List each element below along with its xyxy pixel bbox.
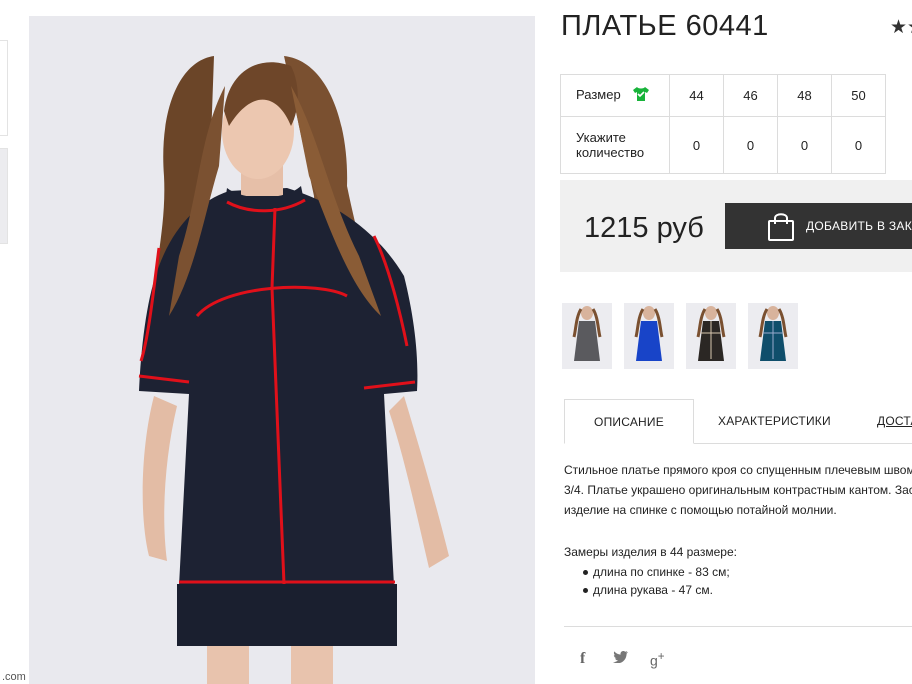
quantity-input-48[interactable]: 0 <box>777 116 832 174</box>
color-variant-black[interactable] <box>686 303 736 369</box>
description-line: Стильное платье прямого кроя со спущенны… <box>564 463 912 477</box>
color-variant-teal[interactable] <box>748 303 798 369</box>
measurements-title: Замеры изделия в 44 размере: <box>564 545 737 559</box>
add-to-cart-button[interactable]: ДОБАВИТЬ В ЗАКАЗ <box>725 203 912 249</box>
google-plus-icon[interactable]: g+ <box>650 650 665 669</box>
main-product-photo[interactable] <box>29 16 535 684</box>
quantity-label-line2: количество <box>576 145 645 160</box>
size-46: 46 <box>723 74 778 117</box>
shopping-bag-icon <box>767 212 795 245</box>
product-title: ПЛАТЬЕ 60441 <box>561 10 769 42</box>
price-box: 1215 руб ДОБАВИТЬ В ЗАКАЗ <box>560 180 912 272</box>
add-to-cart-label: ДОБАВИТЬ В ЗАКАЗ <box>806 219 912 233</box>
left-thumbnail-strip <box>0 0 24 684</box>
divider <box>564 626 912 627</box>
facebook-icon[interactable]: f <box>580 650 585 668</box>
size-table: Размер 44 46 48 50 Укажите количество 0 … <box>560 74 886 174</box>
gallery-thumbnail[interactable] <box>0 40 8 136</box>
size-48: 48 <box>777 74 832 117</box>
tab-characteristics[interactable]: ХАРАКТЕРИСТИКИ <box>718 399 831 444</box>
star-icon[interactable]: ★★ <box>890 16 912 39</box>
size-50: 50 <box>831 74 886 117</box>
list-item: длина по спинке - 83 см; <box>564 563 737 581</box>
product-tabs: ОПИСАНИЕ ХАРАКТЕРИСТИКИ ДОСТАВКА <box>564 399 912 444</box>
twitter-icon[interactable] <box>613 650 629 667</box>
description-line: изделие на спинке с помощью потайной мол… <box>564 503 837 517</box>
description-text: Стильное платье прямого кроя со спущенны… <box>564 460 912 520</box>
tab-delivery[interactable]: ДОСТАВКА <box>877 399 912 444</box>
size-label-cell: Размер <box>560 74 670 117</box>
shirt-icon[interactable] <box>632 86 650 105</box>
tab-description[interactable]: ОПИСАНИЕ <box>564 399 694 444</box>
price: 1215 руб <box>584 212 704 244</box>
quantity-label-line1: Укажите <box>576 130 626 145</box>
measurements: Замеры изделия в 44 размере: длина по сп… <box>564 545 737 599</box>
list-item: длина рукава - 47 см. <box>564 581 737 599</box>
measurements-list: длина по спинке - 83 см; длина рукава - … <box>564 563 737 599</box>
gallery-thumbnail[interactable] <box>0 148 8 244</box>
quantity-input-46[interactable]: 0 <box>723 116 778 174</box>
quantity-input-50[interactable]: 0 <box>831 116 886 174</box>
quantity-input-44[interactable]: 0 <box>669 116 724 174</box>
description-line: 3/4. Платье украшено оригинальным контра… <box>564 483 912 497</box>
color-variant-blue[interactable] <box>624 303 674 369</box>
size-label: Размер <box>576 86 621 102</box>
color-variant-grey[interactable] <box>562 303 612 369</box>
size-44: 44 <box>669 74 724 117</box>
quantity-label-cell: Укажите количество <box>560 116 670 174</box>
